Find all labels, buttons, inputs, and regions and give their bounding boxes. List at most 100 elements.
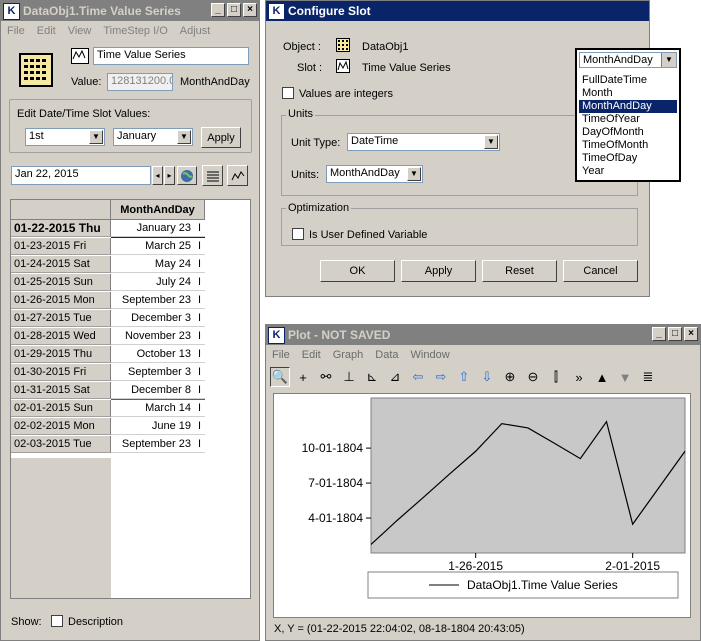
table-row[interactable]: 01-23-2015 Fri March 25 I <box>11 238 205 256</box>
table-row[interactable]: 01-31-2015 Sat December 8I <box>11 382 205 401</box>
table-row[interactable]: 01-29-2015 Thu October 13 I <box>11 346 205 364</box>
dropdown-option[interactable]: Year <box>579 165 677 178</box>
arrow-down-icon[interactable]: ⇩ <box>477 367 497 387</box>
link-icon[interactable]: ⚯ <box>316 367 336 387</box>
menu-data[interactable]: Data <box>375 349 398 361</box>
marker-style-icon[interactable]: ▼ <box>615 367 635 387</box>
menu-edit[interactable]: Edit <box>302 349 321 361</box>
zoom-select-icon[interactable]: 🔍 <box>270 367 290 387</box>
menu-file[interactable]: File <box>272 349 290 361</box>
description-checkbox[interactable] <box>51 615 63 627</box>
table-row[interactable]: 01-27-2015 Tue December 3I <box>11 310 205 328</box>
month-select[interactable]: January ▼ <box>113 128 193 146</box>
chevron-down-icon: ▼ <box>484 135 498 149</box>
more-icon[interactable]: » <box>569 367 589 387</box>
row-value[interactable]: July 24 <box>111 274 194 291</box>
format-dropdown[interactable]: MonthAndDay ▼ FullDateTime Month MonthAndD… <box>575 48 681 182</box>
zoom-in-icon[interactable]: ⊕ <box>500 367 520 387</box>
scroll-right-button[interactable]: ▸ <box>164 166 175 185</box>
menu-timestep-io[interactable]: TimeStep I/O <box>103 25 167 37</box>
row-value[interactable]: September 3 <box>111 364 194 381</box>
axis-icon[interactable]: ⊥ <box>339 367 359 387</box>
table-row[interactable]: 01-28-2015 Wed November 23 I <box>11 328 205 346</box>
reset-button[interactable]: Reset <box>482 260 557 282</box>
slot-label: Slot : <box>297 62 323 74</box>
dropdown-option[interactable]: TimeOfDay <box>579 152 677 165</box>
table-row[interactable]: 02-01-2015 Sun March 14 I <box>11 400 205 418</box>
units-select[interactable]: MonthAndDay ▼ <box>326 165 423 183</box>
table-row[interactable]: 01-30-2015 Fri September 3I <box>11 364 205 382</box>
plot-chart[interactable]: 4-01-1804 7-01-1804 10-01-1804 1-26-2015 2-0… <box>274 394 690 617</box>
dropdown-option[interactable]: TimeOfMonth <box>579 139 677 152</box>
row-value[interactable]: May 24 <box>111 256 194 273</box>
menu-file[interactable]: File <box>7 25 25 37</box>
menu-edit[interactable]: Edit <box>37 25 56 37</box>
split-icon[interactable]: ⫿ <box>546 367 566 387</box>
slot-name-field[interactable]: Time Value Series <box>93 47 249 65</box>
arrow-right-icon[interactable]: ⇨ <box>431 367 451 387</box>
dropdown-option[interactable]: FullDateTime <box>579 74 677 87</box>
cancel-button[interactable]: Cancel <box>563 260 638 282</box>
plot-view-icon[interactable] <box>227 165 248 186</box>
dropdown-option[interactable]: Month <box>579 87 677 100</box>
table-row[interactable]: 02-03-2015 Tue September 23 I <box>11 436 205 454</box>
apply-button[interactable]: Apply <box>401 260 476 282</box>
row-value[interactable]: June 19 <box>111 418 194 435</box>
dropdown-option[interactable]: DayOfMonth <box>579 126 677 139</box>
slot-window-titlebar[interactable]: K DataObj1.Time Value Series _ □ × <box>1 1 259 21</box>
table-column-header[interactable]: MonthAndDay <box>111 200 205 220</box>
maximize-button[interactable]: □ <box>227 3 241 17</box>
row-value[interactable]: September 23 <box>111 436 194 453</box>
configure-slot-title: Configure Slot <box>288 4 371 18</box>
close-button[interactable]: × <box>684 327 698 341</box>
arrow-left-icon[interactable]: ⇦ <box>408 367 428 387</box>
dropdown-option[interactable]: TimeOfYear <box>579 113 677 126</box>
table-row[interactable]: 01-24-2015 Sat May 24 I <box>11 256 205 274</box>
axis-scale-icon[interactable]: ⊿ <box>385 367 405 387</box>
row-value[interactable]: September 23 <box>111 292 194 309</box>
row-value[interactable]: January 23 <box>111 220 194 237</box>
user-defined-checkbox[interactable] <box>292 228 304 240</box>
minimize-button[interactable]: _ <box>652 327 666 341</box>
line-style-icon[interactable]: ▲ <box>592 367 612 387</box>
table-row[interactable]: 02-02-2015 Mon June 19 I <box>11 418 205 436</box>
menu-adjust[interactable]: Adjust <box>180 25 211 37</box>
row-date: 01-23-2015 Fri <box>11 238 111 255</box>
format-dropdown-current[interactable]: MonthAndDay ▼ <box>579 52 677 68</box>
row-value[interactable]: March 25 <box>111 238 194 255</box>
table-row[interactable]: 01-26-2015 Mon September 23 I <box>11 292 205 310</box>
values-integers-checkbox[interactable] <box>282 87 294 99</box>
ok-button[interactable]: OK <box>320 260 395 282</box>
row-flag: I <box>194 256 205 273</box>
unit-type-select[interactable]: DateTime ▼ <box>347 133 500 151</box>
zoom-out-icon[interactable]: ⊖ <box>523 367 543 387</box>
row-value[interactable]: October 13 <box>111 346 194 363</box>
dropdown-option[interactable]: MonthAndDay <box>579 100 677 113</box>
configure-slot-titlebar[interactable]: K Configure Slot <box>266 1 649 21</box>
menu-graph[interactable]: Graph <box>333 349 364 361</box>
row-value[interactable]: November 23 <box>111 328 194 345</box>
row-value[interactable]: December 8 <box>111 382 194 399</box>
menu-window[interactable]: Window <box>411 349 450 361</box>
apply-button[interactable]: Apply <box>201 127 241 148</box>
menu-view[interactable]: View <box>68 25 92 37</box>
legend-icon[interactable]: ≣ <box>638 367 658 387</box>
plot-window-titlebar[interactable]: K Plot - NOT SAVED _ □ × <box>266 325 700 345</box>
table-header-corner <box>11 200 111 220</box>
close-button[interactable]: × <box>243 3 257 17</box>
axis-range-icon[interactable]: ⊾ <box>362 367 382 387</box>
date-field[interactable]: Jan 22, 2015 <box>11 166 151 185</box>
table-row[interactable]: 01-25-2015 Sun July 24 I <box>11 274 205 292</box>
row-value[interactable]: December 3 <box>111 310 194 327</box>
day-select[interactable]: 1st ▼ <box>25 128 105 146</box>
arrow-up-icon[interactable]: ⇧ <box>454 367 474 387</box>
table-row[interactable]: 01-22-2015 Thu January 23 I <box>11 220 205 239</box>
row-value[interactable]: March 14 <box>111 400 194 417</box>
maximize-button[interactable]: □ <box>668 327 682 341</box>
table-view-icon[interactable] <box>202 165 223 186</box>
crosshair-icon[interactable]: + <box>293 367 313 387</box>
value-field[interactable]: 128131200.0 <box>107 73 173 91</box>
globe-icon[interactable] <box>177 166 197 185</box>
minimize-button[interactable]: _ <box>211 3 225 17</box>
scroll-left-button[interactable]: ◂ <box>152 166 163 185</box>
